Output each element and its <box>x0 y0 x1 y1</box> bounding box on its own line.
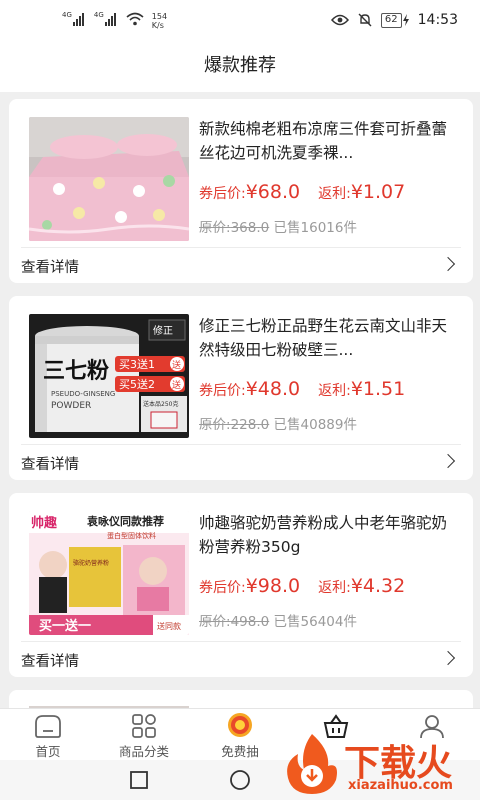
network-speed: 154 K/s <box>152 12 167 30</box>
original-price-row: 原价:498.0 已售56404件 <box>199 610 357 630</box>
brand-text: 修正 <box>153 324 173 337</box>
eye-icon <box>330 14 349 26</box>
page-header: 爆款推荐 <box>0 44 480 92</box>
tab-home[interactable]: 首页 <box>0 709 96 761</box>
bottom-banner: 买一送一 <box>39 618 91 634</box>
tab-lottery-label: 免费抽 <box>221 744 259 759</box>
view-details-link[interactable]: 查看详情 <box>21 256 79 277</box>
divider <box>21 247 461 248</box>
home-icon <box>35 715 61 738</box>
tab-lottery[interactable]: 免费抽 <box>192 709 288 761</box>
signal-1: 4G <box>62 12 84 26</box>
rebate-value: ¥1.51 <box>350 378 406 400</box>
chevron-right-icon[interactable] <box>440 453 456 469</box>
product-title[interactable]: 帅趣骆驼奶营养粉成人中老年骆驼奶粉营养粉350g <box>199 511 455 559</box>
price-row: 券后价:¥98.0 返利:¥4.32 <box>199 575 405 597</box>
price-value: ¥98.0 <box>245 575 301 597</box>
price-row: 券后价:¥48.0 返利:¥1.51 <box>199 378 405 400</box>
jar-sub-1: PSEUDO-GINSENG <box>51 390 115 398</box>
wifi-icon <box>126 12 144 26</box>
chevron-right-icon[interactable] <box>440 256 456 272</box>
divider <box>21 641 461 642</box>
corner-text: 送同款 <box>157 621 181 631</box>
price-row: 券后价:¥68.0 返利:¥1.07 <box>199 181 405 203</box>
recent-apps-icon[interactable] <box>130 771 148 789</box>
product-title[interactable]: 新款纯棉老粗布凉席三件套可折叠蕾丝花边可机洗夏季裸... <box>199 117 455 165</box>
product-card[interactable]: 帅趣 袁咏仪同款推荐 蛋白型固体饮料 骆驼奶营养粉 买一送一 送同款 帅趣骆驼奶… <box>9 493 473 677</box>
promo-1: 买3送1 <box>119 357 155 371</box>
chevron-right-icon[interactable] <box>440 650 456 666</box>
rebate-label: 返利: <box>318 383 351 399</box>
promo-2: 买5送2 <box>119 377 155 391</box>
watermark: 下载火 xiazaihuo.com <box>282 730 478 798</box>
signal-bars-icon <box>104 12 116 26</box>
speed-unit: K/s <box>151 21 164 30</box>
original-price-row: 原价:368.0 已售16016件 <box>199 216 357 236</box>
product-image[interactable]: 帅趣 袁咏仪同款推荐 蛋白型固体饮料 骆驼奶营养粉 买一送一 送同款 <box>29 511 189 635</box>
gift-note: 送本品250克 <box>143 400 178 408</box>
flame-logo-icon <box>287 734 337 794</box>
battery-level: 62 <box>380 12 402 28</box>
rebate-value: ¥1.07 <box>350 181 406 203</box>
sold-count: 已售16016件 <box>273 220 357 236</box>
jar-label: 三七粉 <box>43 359 109 384</box>
status-bar: 4G 4G 154 K/s 62 14:53 <box>0 0 480 44</box>
page-title: 爆款推荐 <box>204 55 276 76</box>
product-image[interactable] <box>29 117 189 241</box>
brand-text: 帅趣 <box>31 515 58 531</box>
network-type-2: 4G <box>93 11 104 19</box>
tab-category[interactable]: 商品分类 <box>96 709 192 761</box>
price-label: 券后价: <box>199 580 246 596</box>
status-left: 4G 4G 154 K/s <box>62 12 167 31</box>
box-label: 骆驼奶营养粉 <box>73 559 109 567</box>
rebate-label: 返利: <box>318 580 351 596</box>
home-nav-icon[interactable] <box>229 769 251 791</box>
price-value: ¥68.0 <box>245 181 301 203</box>
signal-bars-icon <box>72 12 84 26</box>
lottery-icon <box>228 713 252 737</box>
sold-count: 已售56404件 <box>273 614 357 630</box>
mute-bell-icon <box>358 13 372 27</box>
original-price: 原价:498.0 <box>199 614 270 630</box>
rebate-value: ¥4.32 <box>350 575 406 597</box>
status-right: 62 14:53 <box>330 12 458 28</box>
price-value: ¥48.0 <box>245 378 301 400</box>
original-price: 原价:228.0 <box>199 417 270 433</box>
price-label: 券后价: <box>199 186 246 202</box>
product-title[interactable]: 修正三七粉正品野生花云南文山非天然特级田七粉破壁三... <box>199 314 455 362</box>
rebate-label: 返利: <box>318 186 351 202</box>
charging-icon <box>402 14 409 26</box>
original-price: 原价:368.0 <box>199 220 270 236</box>
camel-milk-image: 帅趣 袁咏仪同款推荐 蛋白型固体饮料 骆驼奶营养粉 买一送一 送同款 <box>29 511 189 635</box>
divider <box>21 444 461 445</box>
product-card[interactable]: 新款纯棉老粗布凉席三件套可折叠蕾丝花边可机洗夏季裸... 券后价:¥68.0 返利… <box>9 99 473 283</box>
clock: 14:53 <box>417 12 458 28</box>
jar-sub-2: POWDER <box>51 401 91 411</box>
sanqi-powder-image: 修正 三七粉 PSEUDO-GINSENG POWDER 买3送1 送 买5送2… <box>29 314 189 438</box>
signal-2: 4G <box>94 12 116 26</box>
watermark-url: xiazaihuo.com <box>348 778 453 793</box>
view-details-link[interactable]: 查看详情 <box>21 453 79 474</box>
category-icon <box>132 714 156 738</box>
product-image[interactable]: 修正 三七粉 PSEUDO-GINSENG POWDER 买3送1 送 买5送2… <box>29 314 189 438</box>
tab-home-label: 首页 <box>35 744 61 759</box>
battery-indicator: 62 <box>380 12 410 28</box>
bedding-image <box>29 117 189 241</box>
speed-value: 154 <box>151 12 168 21</box>
tab-category-label: 商品分类 <box>118 744 169 759</box>
network-type-1: 4G <box>62 11 72 19</box>
promo-1-suffix: 送 <box>172 359 181 371</box>
view-details-link[interactable]: 查看详情 <box>21 650 79 671</box>
slogan-text: 袁咏仪同款推荐 <box>86 514 164 528</box>
promo-2-suffix: 送 <box>172 379 181 391</box>
original-price-row: 原价:228.0 已售40889件 <box>199 413 357 433</box>
sub-text: 蛋白型固体饮料 <box>107 531 156 540</box>
sold-count: 已售40889件 <box>273 417 357 433</box>
price-label: 券后价: <box>199 383 246 399</box>
product-card[interactable]: 修正 三七粉 PSEUDO-GINSENG POWDER 买3送1 送 买5送2… <box>9 296 473 480</box>
